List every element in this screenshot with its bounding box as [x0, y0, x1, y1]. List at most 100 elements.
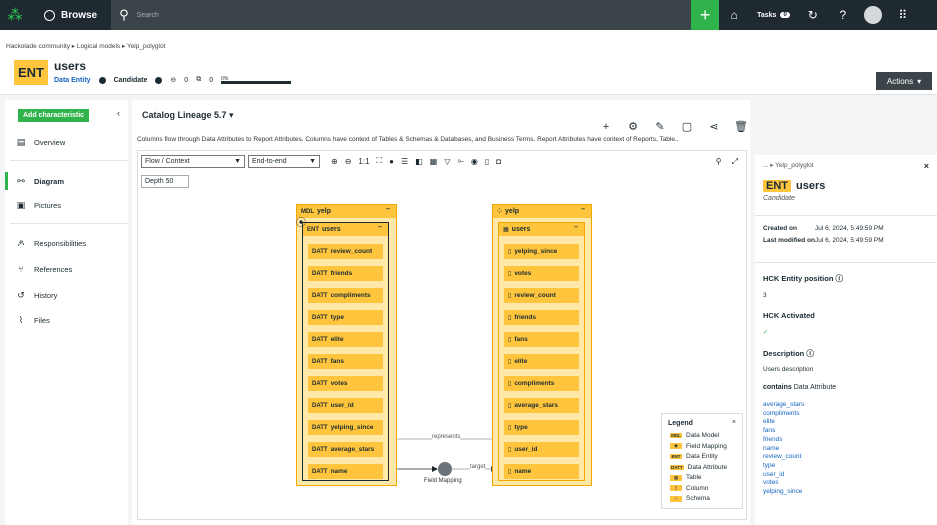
actions-button[interactable]: Actions ▾ [876, 72, 932, 90]
refresh-icon[interactable]: ↻ [798, 0, 828, 30]
status-badge[interactable]: Candidate [114, 77, 148, 84]
help-icon[interactable]: ? [828, 0, 858, 30]
column-row[interactable]: ▯ type [504, 420, 579, 435]
attribute-row[interactable]: DATT name [308, 464, 383, 479]
collapse-icon[interactable]: – [386, 206, 390, 213]
column-row[interactable]: ▯ votes [504, 266, 579, 281]
browse-label: Browse [61, 9, 98, 21]
share-icon[interactable]: ⋖ [705, 120, 723, 133]
add-characteristic-button[interactable]: Add characteristic [18, 109, 90, 122]
schema-header: ⁘ yelp – [493, 205, 591, 218]
entity-meta: Data Entity Candidate ⊖ 0 ⧉ 0 0% [54, 76, 292, 84]
close-icon[interactable]: × [924, 161, 929, 171]
attribute-tag: DATT [312, 402, 328, 409]
table-box[interactable]: ▦ users – ▯ yelping_since ▯ votes ▯ review_co… [498, 222, 585, 481]
browse-button[interactable]: Browse [30, 0, 111, 30]
breadcrumb-item[interactable]: Logical models [77, 43, 120, 50]
model-box[interactable]: MDL yelp – ENT users – DATT review_count D… [296, 204, 397, 486]
attribute-row[interactable]: DATT average_stars [308, 442, 383, 457]
info-icon[interactable] [155, 76, 163, 84]
attribute-tag: DATT [312, 336, 328, 343]
contains-link[interactable]: elite [763, 418, 775, 425]
attribute-row[interactable]: DATT votes [308, 376, 383, 391]
lineage-selector[interactable]: Catalog Lineage 5.7 ▾ [142, 110, 234, 121]
contains-link[interactable]: fans [763, 427, 775, 434]
info-icon[interactable]: ⓘ [836, 274, 844, 283]
sidebar-item-diagram[interactable]: ⚯ Diagram [5, 172, 128, 190]
attribute-row[interactable]: DATT fans [308, 354, 383, 369]
column-row[interactable]: ▯ elite [504, 354, 579, 369]
contains-link[interactable]: review_count [763, 453, 801, 460]
column-row[interactable]: ▯ user_id [504, 442, 579, 457]
collapse-chevron-icon[interactable]: ‹ [117, 108, 120, 118]
legend-badge: MDL [670, 433, 682, 438]
contains-link[interactable]: type [763, 462, 775, 469]
entity-type-link[interactable]: Data Entity [54, 77, 91, 84]
close-icon[interactable]: × [732, 419, 736, 426]
attribute-row[interactable]: DATT elite [308, 332, 383, 347]
shop-icon[interactable]: ⌂ [719, 0, 749, 30]
info-icon[interactable]: ⓘ [806, 349, 814, 358]
contains-link[interactable]: name [763, 445, 779, 452]
breadcrumb-item[interactable]: Yelp_polyglot [127, 43, 165, 50]
contains-link[interactable]: yelping_since [763, 488, 802, 495]
created-row: Created on Jul 6, 2024, 5:49:59 PM [763, 225, 884, 232]
collapse-icon[interactable]: – [378, 224, 382, 231]
attribute-row[interactable]: DATT user_id [308, 398, 383, 413]
column-name: user_id [514, 446, 538, 453]
panel-breadcrumb[interactable]: ... ▸ Yelp_polyglot [763, 161, 814, 169]
contains-link[interactable]: average_stars [763, 401, 804, 408]
column-row[interactable]: ▯ friends [504, 310, 579, 325]
delete-icon[interactable]: 🗑 [732, 120, 750, 133]
save-icon[interactable]: ▢ [678, 120, 696, 133]
apps-grid-icon[interactable]: ⠿ [888, 0, 918, 30]
attribute-name: votes [330, 380, 348, 387]
breadcrumb-item[interactable]: Hackolade community [6, 43, 70, 50]
contains-link[interactable]: user_id [763, 471, 784, 478]
legend-item: DATT Data Attribute [670, 464, 727, 471]
column-row[interactable]: ▯ name [504, 464, 579, 479]
sidebar-item-overview[interactable]: ▤ Overview [5, 133, 128, 151]
sidebar-item-pictures[interactable]: ▣ Pictures [5, 196, 128, 214]
add-icon[interactable]: + [597, 121, 615, 133]
field-mapping-node[interactable] [438, 462, 452, 476]
diagram-canvas[interactable]: Flow / Context ▼ End-to-end ▼ ⊕ ⊖ 1:1 ⛶ ● … [137, 150, 747, 520]
compass-icon [44, 9, 55, 21]
collapse-icon[interactable]: – [581, 206, 585, 213]
create-button[interactable]: + [691, 0, 720, 30]
attribute-row[interactable]: DATT review_count [308, 244, 383, 259]
schema-box[interactable]: ⁘ yelp – ▦ users – ▯ yelping_since ▯ votes ▯… [492, 204, 592, 486]
app-logo-icon[interactable]: ⁂ [0, 0, 30, 30]
contains-link[interactable]: votes [763, 479, 779, 486]
column-row[interactable]: ▯ review_count [504, 288, 579, 303]
column-row[interactable]: ▯ average_stars [504, 398, 579, 413]
collapse-icon[interactable]: – [574, 224, 578, 231]
column-row[interactable]: ▯ fans [504, 332, 579, 347]
attribute-row[interactable]: DATT compliments [308, 288, 383, 303]
column-name: yelping_since [514, 248, 558, 255]
attribute-row[interactable]: DATT type [308, 310, 383, 325]
copy-icon[interactable]: ⧉ [196, 76, 201, 84]
search-input[interactable]: ⚲ Search [111, 0, 692, 30]
contains-type: Data Attribute [793, 384, 837, 391]
column-row[interactable]: ▯ compliments [504, 376, 579, 391]
attribute-row[interactable]: DATT yelping_since [308, 420, 383, 435]
contains-link[interactable]: friends [763, 436, 783, 443]
column-row[interactable]: ▯ yelping_since [504, 244, 579, 259]
settings-icon[interactable]: ⚙ [624, 120, 642, 133]
sidebar-item-history[interactable]: ↺ History [5, 286, 128, 304]
description-value: Users description [763, 366, 814, 373]
comment-icon[interactable]: ⊖ [170, 76, 176, 84]
sidebar-item-references[interactable]: ⑂ References [5, 260, 128, 278]
tasks-button[interactable]: Tasks 0 [749, 12, 798, 19]
avatar[interactable] [863, 6, 882, 24]
sidebar-item-responsibilities[interactable]: ዶ Responsibilities [5, 234, 128, 252]
hck-position-text: HCK Entity position [763, 274, 834, 283]
check-icon: ✓ [763, 329, 769, 336]
edit-icon[interactable]: ✎ [651, 120, 669, 133]
contains-link[interactable]: compliments [763, 410, 799, 417]
sidebar-item-files[interactable]: ⌇ Files [5, 311, 128, 329]
info-icon[interactable] [98, 76, 106, 84]
attribute-row[interactable]: DATT friends [308, 266, 383, 281]
entity-box[interactable]: ENT users – DATT review_count DATT friends D… [302, 222, 389, 481]
